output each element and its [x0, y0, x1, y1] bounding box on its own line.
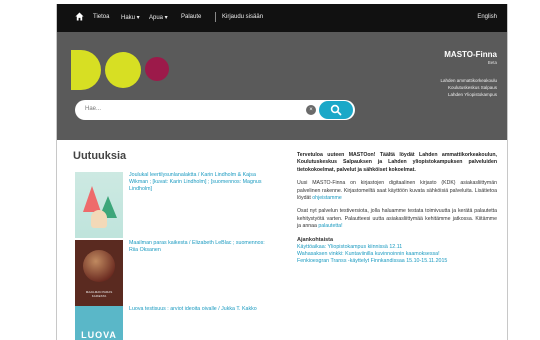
library-name: Lahden Yliopistokampus: [448, 92, 497, 97]
news-section-title: Uutuuksia: [73, 150, 127, 162]
search-placeholder: Hae...: [85, 106, 102, 112]
logo-yellow-circle: [105, 52, 141, 88]
feedback-link[interactable]: palautetta!: [318, 223, 342, 229]
library-name: Lahden ammattikorkeakoulu: [440, 78, 497, 83]
news-item-link[interactable]: Luova testisuus : arviot ideoita oivalle…: [129, 306, 265, 313]
search-icon: [330, 104, 342, 116]
book-cover-image[interactable]: LUOVA: [75, 306, 123, 340]
intro-section: Tervetuloa uuteen MASTOon! Täältä löydät…: [297, 152, 497, 265]
nav-feedback[interactable]: Palaute: [181, 14, 201, 20]
language-switch[interactable]: English: [477, 14, 497, 20]
current-news-link[interactable]: Fenkioesgran Transs -käyttelyt Finnkandi…: [297, 258, 497, 265]
library-name: Koulutuskeskus Salpaus: [447, 85, 497, 90]
news-item-link[interactable]: Joulukal leertilysunlanalaktta / Karin L…: [129, 172, 265, 193]
cover-decoration: [91, 210, 107, 228]
search-button[interactable]: [319, 101, 353, 119]
nav-login[interactable]: Kirjaudu sisään: [222, 14, 263, 20]
current-news-heading: Ajankohtaista: [297, 236, 334, 243]
book-cover-image[interactable]: [75, 172, 123, 238]
nav-search-menu[interactable]: Haku ▾: [121, 14, 140, 21]
cover-title: LUOVA: [81, 330, 117, 340]
top-navigation: Tietoa Haku ▾ Apua ▾ Palaute Kirjaudu si…: [57, 4, 507, 32]
current-news-link[interactable]: Wahasaksen vinkki: Kuntaviinilla kuvinno…: [297, 251, 497, 258]
brand-title: MASTO-Finna: [444, 50, 497, 59]
nav-divider: [215, 12, 216, 22]
intro-paragraph: Uusi MASTO-Finna on kirjastojen digitaal…: [297, 180, 497, 202]
intro-paragraph: Osat nyt palvelun testiversiota, jolla h…: [297, 208, 497, 230]
cover-title: MAAILMAN PARAS KAIKESTA: [85, 290, 113, 298]
help-link[interactable]: ohjeistamme: [312, 195, 341, 201]
browser-frame: Tietoa Haku ▾ Apua ▾ Palaute Kirjaudu si…: [56, 4, 508, 340]
nav-help-menu[interactable]: Apua ▾: [149, 14, 168, 21]
brand-subtitle: Beta: [487, 60, 497, 65]
book-cover-image[interactable]: MAAILMAN PARAS KAIKESTA: [75, 240, 123, 306]
cover-decoration: [83, 250, 115, 282]
site-header: MASTO-Finna Beta Lahden ammattikorkeakou…: [57, 32, 507, 140]
current-news-link[interactable]: Käyttöaikaa: Yliopistokampus kiinnissä 1…: [297, 244, 497, 251]
intro-welcome: Tervetuloa uuteen MASTOon! Täältä löydät…: [297, 152, 497, 173]
home-icon[interactable]: [75, 12, 84, 21]
logo-magenta-circle: [145, 57, 169, 81]
brand-block: MASTO-Finna Beta Lahden ammattikorkeakou…: [440, 50, 497, 98]
nav-about[interactable]: Tietoa: [93, 14, 109, 20]
news-item-link[interactable]: Maailman paras kaikesta / Elizabeth LeBl…: [129, 240, 265, 254]
clear-icon[interactable]: ×: [306, 105, 316, 115]
library-list: Lahden ammattikorkeakoulu Koulutuskeskus…: [440, 77, 497, 98]
logo-yellow-half-shape: [71, 50, 101, 90]
search-input[interactable]: Hae... ×: [75, 100, 355, 120]
